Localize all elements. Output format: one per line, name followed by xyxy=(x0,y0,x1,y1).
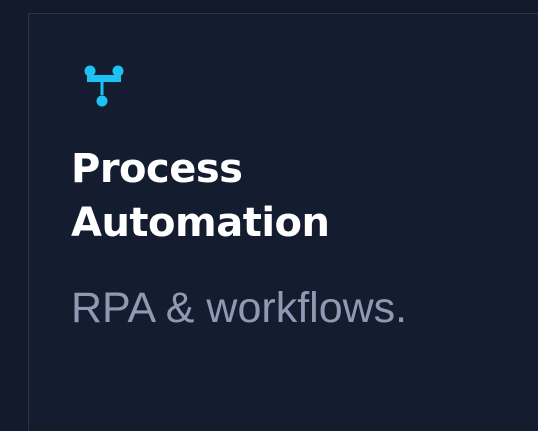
card-title-line-1: Process xyxy=(71,146,243,192)
page: Process Automation RPA & workflows. xyxy=(0,0,538,431)
card-title: Process Automation xyxy=(71,142,531,250)
process-automation-card[interactable]: Process Automation RPA & workflows. xyxy=(28,13,538,431)
card-subtitle: RPA & workflows. xyxy=(71,284,408,332)
workflow-icon xyxy=(84,65,124,107)
card-title-line-2: Automation xyxy=(71,200,330,246)
